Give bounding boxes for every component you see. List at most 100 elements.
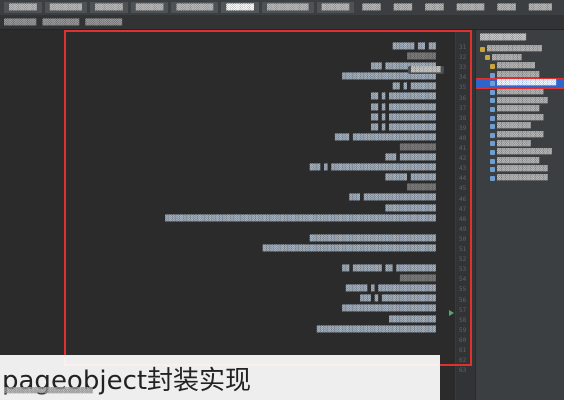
project-file[interactable]: ▓▓▓▓▓▓▓▓▓▓▓ [476, 88, 564, 97]
code-line-text: ▓▓ ▓ ▓▓▓▓▓▓▓▓▓▓▓▓▓ [370, 123, 436, 131]
project-file[interactable]: ▓▓▓▓▓▓▓▓ [476, 122, 564, 131]
menu-item-1[interactable]: ▓▓▓▓ [389, 2, 417, 13]
project-file[interactable]: ▓▓▓▓▓▓▓▓▓▓ [476, 71, 564, 80]
code-editor[interactable]: ▓▓▓▓▓▓ ▓▓ ▓▓ ▓▓▓▓▓▓▓▓ ▓▓▓ ▓▓▓▓▓▓▓▓▓▓▓▓▓▓ ▓▓… [0, 30, 455, 400]
tab-4[interactable]: ▓▓▓▓▓▓▓▓ [171, 2, 219, 13]
code-line-text: ▓▓▓ ▓▓▓▓▓▓▓▓▓▓▓▓▓▓▓▓▓▓▓▓ [349, 194, 436, 202]
project-item-label: ▓▓▓▓▓▓▓▓▓ [497, 63, 536, 70]
python-file-icon [490, 81, 495, 87]
tab-2[interactable]: ▓▓▓▓▓▓ [90, 2, 128, 13]
folder-icon [490, 63, 495, 69]
line-number: 31 [459, 44, 467, 51]
code-line: ▓▓▓ ▓▓▓▓▓▓▓▓▓▓▓▓▓▓ [0, 62, 436, 72]
line-number: 63 [459, 367, 467, 375]
project-item-label: ▓▓▓▓▓▓▓▓▓▓▓ [497, 88, 544, 95]
code-line: ▓▓▓▓▓▓ ▓▓▓▓▓▓▓ [0, 173, 436, 183]
code-line: ▓▓▓▓▓▓▓▓▓▓▓▓▓▓▓▓▓▓▓▓▓▓▓▓▓▓▓▓▓▓▓▓▓▓▓▓▓▓▓▓… [0, 244, 436, 254]
tab-1[interactable]: ▓▓▓▓▓▓▓ [44, 2, 87, 13]
python-file-icon [490, 98, 495, 104]
code-line: ▓▓▓▓▓▓▓▓▓▓▓▓▓▓▓▓▓▓▓▓▓▓▓▓▓▓ [0, 304, 436, 314]
code-line: ▓▓▓▓▓▓▓▓ [0, 52, 436, 62]
code-line: ▓▓▓▓▓▓▓▓▓▓ [0, 274, 436, 284]
project-item-label: ▓▓▓▓▓▓▓▓▓▓▓ [497, 131, 544, 138]
code-line: ▓▓ ▓▓▓▓▓▓▓▓ ▓▓ ▓▓▓▓▓▓▓▓▓▓▓ [0, 264, 436, 274]
code-line: ▓▓ ▓ ▓▓▓▓▓▓▓▓▓▓▓▓▓ [0, 123, 436, 133]
menu-item-6[interactable]: ▓▓▓▓ [560, 2, 564, 13]
project-file[interactable]: ▓▓▓▓▓▓▓▓▓▓ [476, 105, 564, 114]
code-line: ▓▓ ▓ ▓▓▓▓▓▓▓▓▓▓▓▓▓ [0, 113, 436, 123]
python-file-icon [490, 106, 495, 112]
code-line-text: ▓▓▓▓ ▓▓▓▓▓▓▓▓▓▓▓▓▓▓▓▓▓▓▓▓▓▓▓ [334, 133, 436, 141]
editor-hint-badge: ▓▓▓▓▓▓▓ [408, 66, 444, 74]
line-number: 32 [459, 54, 467, 62]
code-line: ▓▓▓ ▓ ▓▓▓▓▓▓▓▓▓▓▓▓▓▓▓ [0, 294, 436, 304]
menu-item-2[interactable]: ▓▓▓▓ [420, 2, 448, 13]
project-file[interactable]: ▓▓▓▓▓▓▓▓▓▓▓▓▓▓ [476, 78, 564, 89]
project-file[interactable]: ▓▓▓▓▓▓▓▓▓▓ [476, 157, 564, 166]
line-number: 38 [459, 114, 467, 122]
project-file[interactable]: ▓▓▓▓▓▓▓▓▓▓▓ [476, 131, 564, 140]
code-line-text: ▓▓▓▓▓▓▓▓▓▓ [399, 275, 436, 283]
project-file[interactable]: ▓▓▓▓▓▓▓▓ [476, 140, 564, 149]
folder-icon [485, 55, 490, 61]
code-line: ▓▓▓ ▓ ▓▓▓▓▓▓▓▓▓▓▓▓▓▓▓▓▓▓▓▓▓▓▓▓▓▓▓▓▓ [0, 163, 436, 173]
menu-item-3[interactable]: ▓▓▓▓▓▓ [452, 2, 490, 13]
code-line: ▓▓▓▓▓▓▓▓▓▓▓▓▓▓▓▓▓▓▓▓▓▓▓▓▓▓▓▓▓▓▓▓▓▓▓▓▓▓▓▓… [0, 214, 436, 224]
line-number: 47 [459, 205, 467, 213]
code-line-text: ▓▓▓▓▓▓▓▓ [407, 53, 436, 61]
code-line: ▓▓▓▓▓▓▓▓▓▓ [0, 143, 436, 153]
project-folder[interactable]: ▓▓▓▓▓▓▓ [476, 54, 564, 63]
code-line-text: ▓▓▓▓▓▓▓▓▓▓▓▓▓▓▓▓▓▓▓▓▓▓▓▓▓▓▓▓▓▓▓▓▓▓▓▓▓▓▓▓… [262, 244, 436, 252]
menu-item-5[interactable]: ▓▓▓▓▓ [524, 2, 557, 13]
project-item-label: ▓▓▓▓▓▓▓ [492, 54, 522, 61]
project-item-label: ▓▓▓▓▓▓▓▓▓▓ [497, 106, 540, 113]
code-line: ▓▓▓▓▓▓ ▓ ▓▓▓▓▓▓▓▓▓▓▓▓▓▓▓▓ [0, 284, 436, 294]
tab-7[interactable]: ▓▓▓▓▓▓ [316, 2, 355, 13]
code-line-text: ▓▓▓▓▓▓ ▓▓ ▓▓ [392, 43, 436, 50]
tab-3[interactable]: ▓▓▓▓▓▓ [130, 2, 169, 13]
editor-tab-bar: ▓▓▓▓▓▓ ▓▓▓▓▓▓▓ ▓▓▓▓▓▓ ▓▓▓▓▓▓ ▓▓▓▓▓▓▓▓ ▓▓▓▓▓▓ ▓… [0, 0, 564, 30]
line-number: 40 [459, 134, 467, 142]
breadcrumb-item-1[interactable]: ▓▓▓▓▓▓▓▓ [42, 19, 79, 26]
code-line-text: ▓▓▓ ▓▓▓▓▓▓▓▓▓▓ [385, 154, 436, 162]
project-file[interactable]: ▓▓▓▓▓▓▓▓▓▓▓▓ [476, 97, 564, 106]
project-item-label: ▓▓▓▓▓▓▓▓▓▓ [497, 157, 540, 164]
project-folder[interactable]: ▓▓▓▓▓▓▓▓▓ [476, 62, 564, 71]
line-number: 51 [459, 246, 467, 253]
code-line-text: ▓▓▓▓▓▓▓▓▓▓▓▓▓▓▓▓▓▓▓▓▓▓▓▓▓▓▓▓▓▓▓▓▓▓▓ [309, 234, 436, 242]
code-line-text: ▓▓▓▓▓▓ ▓ ▓▓▓▓▓▓▓▓▓▓▓▓▓▓▓▓ [345, 285, 436, 293]
line-number: 52 [459, 256, 467, 264]
project-file[interactable]: ▓▓▓▓▓▓▓▓▓▓▓▓ [476, 174, 564, 183]
project-panel-title: ▓▓▓▓▓▓▓▓▓▓ [480, 34, 527, 41]
python-file-icon [490, 141, 495, 147]
code-line: ▓▓▓▓▓▓▓▓▓▓▓▓▓▓▓▓▓▓▓▓▓▓▓▓▓▓ [0, 72, 436, 82]
run-arrow-icon[interactable] [449, 310, 454, 316]
line-number: 37 [459, 104, 467, 112]
line-number: 61 [459, 347, 467, 354]
breadcrumb: ▓▓▓▓▓▓▓ ▓▓▓▓▓▓▓▓ ▓▓▓▓▓▓▓▓ [0, 15, 564, 29]
python-file-icon [490, 72, 495, 78]
code-line-text: ▓▓▓▓▓▓▓▓▓▓▓▓▓▓▓▓▓▓▓▓▓▓▓▓▓▓▓▓▓▓▓▓▓ [316, 325, 436, 333]
project-file[interactable]: ▓▓▓▓▓▓▓▓▓▓▓ [476, 114, 564, 123]
line-number: 55 [459, 286, 467, 294]
line-number: 59 [459, 326, 467, 334]
python-file-icon [490, 115, 495, 121]
menu-item-4[interactable]: ▓▓▓▓ [492, 2, 520, 13]
code-line-text: ▓▓▓▓▓▓▓▓▓▓▓▓▓▓▓▓▓▓▓▓▓▓▓▓▓▓ [342, 305, 436, 313]
line-number: 34 [459, 74, 467, 82]
code-line-text: ▓▓ ▓ ▓▓▓▓▓▓▓ [392, 83, 436, 91]
project-file[interactable]: ▓▓▓▓▓▓▓▓▓▓▓▓▓ [476, 148, 564, 157]
code-line: ▓▓▓▓▓▓▓▓▓▓▓▓▓▓▓▓▓▓▓▓▓▓▓▓▓▓▓▓▓▓▓▓▓ [0, 325, 436, 335]
tab-0[interactable]: ▓▓▓▓▓▓ [4, 2, 42, 13]
menu-item-0[interactable]: ▓▓▓▓ [357, 2, 385, 13]
project-folder[interactable]: ▓▓▓▓▓▓▓▓▓▓▓▓▓ [476, 45, 564, 54]
tab-6[interactable]: ▓▓▓▓▓▓▓▓▓ [261, 2, 314, 13]
line-number: 50 [459, 235, 467, 243]
project-file[interactable]: ▓▓▓▓▓▓▓▓▓▓▓▓ [476, 165, 564, 174]
breadcrumb-item-0[interactable]: ▓▓▓▓▓▓▓ [4, 19, 36, 26]
code-line: ▓▓▓ ▓▓▓▓▓▓▓▓▓▓ [0, 153, 436, 163]
tab-5[interactable]: ▓▓▓▓▓▓ [221, 2, 259, 13]
python-file-icon [490, 167, 495, 173]
breadcrumb-item-2[interactable]: ▓▓▓▓▓▓▓▓ [85, 19, 122, 26]
